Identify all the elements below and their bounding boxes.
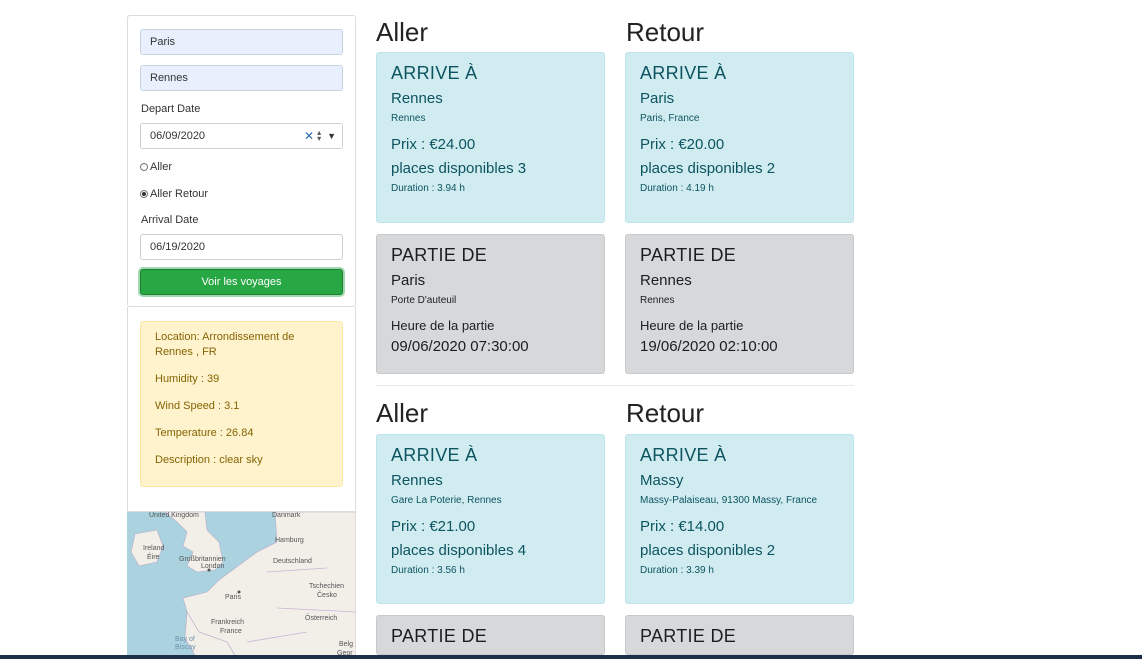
map-label: Frankreich xyxy=(211,619,245,626)
seats: places disponibles 3 xyxy=(391,160,527,177)
depart-city: Rennes xyxy=(640,272,692,289)
radio-round-trip-circle[interactable] xyxy=(140,190,148,198)
map-label: Deutschland xyxy=(273,558,312,565)
departure-card: PARTIE DE Paris Porte D'auteuil Heure de… xyxy=(376,234,605,374)
from-input[interactable]: Paris xyxy=(140,29,343,55)
depart-place: Porte D'auteuil xyxy=(391,295,457,306)
weather-panel: Location: Arrondissement de Rennes , FR … xyxy=(127,307,356,512)
to-input[interactable]: Rennes xyxy=(140,65,343,91)
clear-icon[interactable]: ✕ xyxy=(304,124,314,148)
depart-heading: PARTIE DE xyxy=(640,626,737,646)
duration: Duration : 4.19 h xyxy=(640,183,714,194)
arrive-place: Paris, France xyxy=(640,113,700,124)
price: Prix : €14.00 xyxy=(640,518,725,535)
depart-date-label: Depart Date xyxy=(141,103,201,115)
duration: Duration : 3.56 h xyxy=(391,565,465,576)
map-label: Bay of Biscay xyxy=(175,636,196,651)
depart-time-label: Heure de la partie xyxy=(640,318,744,333)
radio-one-way-circle[interactable] xyxy=(140,163,148,171)
search-form: Paris Rennes Depart Date 06/09/2020 ✕ ▴ ▾… xyxy=(127,15,356,307)
arrive-city: Rennes xyxy=(391,472,443,489)
map-label: Österreich xyxy=(305,615,338,622)
radio-one-way-label: Aller xyxy=(150,161,173,173)
taskbar-edge xyxy=(0,655,1142,659)
weather-wind: Wind Speed : 3.1 xyxy=(155,400,240,412)
duration: Duration : 3.94 h xyxy=(391,183,465,194)
seats: places disponibles 4 xyxy=(391,542,527,559)
return-title: Retour xyxy=(626,398,705,428)
depart-place: Rennes xyxy=(640,295,675,306)
price: Prix : €20.00 xyxy=(640,136,725,153)
map-label: Danmark xyxy=(272,512,301,519)
map-label: France xyxy=(220,628,242,635)
duration: Duration : 3.39 h xyxy=(640,565,714,576)
map-label: Česko xyxy=(317,592,337,599)
map-label: United Kingdom xyxy=(149,512,199,519)
return-title: Retour xyxy=(626,17,705,47)
map-label: Paris xyxy=(225,594,241,601)
map-label: Großbritannien xyxy=(179,556,226,563)
arrival-card: ARRIVE À Paris Paris, France Prix : €20.… xyxy=(625,52,854,223)
arrive-heading: ARRIVE À xyxy=(640,63,727,83)
depart-time: 09/06/2020 07:30:00 xyxy=(391,338,529,355)
map-label: Hamburg xyxy=(275,537,304,544)
depart-date-value: 06/09/2020 xyxy=(150,130,206,142)
depart-city: Paris xyxy=(391,272,426,289)
arrive-city: Rennes xyxy=(391,90,443,107)
depart-date-input[interactable]: 06/09/2020 ✕ ▴ ▾ ▼ xyxy=(140,123,343,149)
price: Prix : €24.00 xyxy=(391,136,476,153)
date-controls: ✕ ▴ ▾ ▼ xyxy=(304,124,336,148)
departure-card: PARTIE DE Rennes Rennes Heure de la part… xyxy=(625,234,854,374)
radio-round-trip-label: Aller Retour xyxy=(150,188,209,200)
arrival-card: ARRIVE À Massy Massy-Palaiseau, 91300 Ma… xyxy=(625,434,854,604)
arrival-card: ARRIVE À Rennes Rennes Prix : €24.00 pla… xyxy=(376,52,605,223)
map-label: Belg xyxy=(339,641,354,648)
weather-location: Location: Arrondissement de Rennes , FR xyxy=(155,331,295,358)
arrive-heading: ARRIVE À xyxy=(391,445,478,465)
arrive-heading: ARRIVE À xyxy=(640,445,727,465)
radio-round-trip[interactable]: Aller Retour xyxy=(140,188,208,200)
map-label: Tschechien xyxy=(309,583,345,590)
arrive-city: Massy xyxy=(640,472,684,489)
arrival-date-label: Arrival Date xyxy=(141,214,199,226)
radio-one-way[interactable]: Aller xyxy=(140,161,172,173)
weather-temperature: Temperature : 26.84 xyxy=(155,427,254,439)
weather-alert: Location: Arrondissement de Rennes , FR … xyxy=(140,321,343,487)
trip-divider xyxy=(376,385,854,386)
map-label: Éire xyxy=(147,554,160,561)
outbound-title: Aller xyxy=(376,17,429,47)
price: Prix : €21.00 xyxy=(391,518,476,535)
arrive-heading: ARRIVE À xyxy=(391,63,478,83)
depart-heading: PARTIE DE xyxy=(391,626,488,646)
weather-description: Description : clear sky xyxy=(155,454,263,466)
arrival-date-input[interactable]: 06/19/2020 xyxy=(140,234,343,260)
map-label: London xyxy=(201,563,225,570)
dropdown-arrow-icon[interactable]: ▼ xyxy=(327,124,336,148)
depart-heading: PARTIE DE xyxy=(391,245,488,265)
depart-time: 19/06/2020 02:10:00 xyxy=(640,338,778,355)
arrival-card: ARRIVE À Rennes Gare La Poterie, Rennes … xyxy=(376,434,605,604)
seats: places disponibles 2 xyxy=(640,160,776,177)
arrive-city: Paris xyxy=(640,90,675,107)
weather-humidity: Humidity : 39 xyxy=(155,373,220,385)
departure-card: PARTIE DE xyxy=(625,615,854,655)
departure-card: PARTIE DE xyxy=(376,615,605,655)
map-label: Ireland xyxy=(143,545,165,552)
outbound-title: Aller xyxy=(376,398,429,428)
arrive-place: Gare La Poterie, Rennes xyxy=(391,495,502,506)
depart-heading: PARTIE DE xyxy=(640,245,737,265)
arrive-place: Rennes xyxy=(391,113,426,124)
map-view[interactable]: United Kingdom Danmark Ireland Éire Groß… xyxy=(127,512,356,659)
seats: places disponibles 2 xyxy=(640,542,776,559)
arrive-place: Massy-Palaiseau, 91300 Massy, France xyxy=(640,495,818,506)
depart-time-label: Heure de la partie xyxy=(391,318,495,333)
voir-voyages-button[interactable]: Voir les voyages xyxy=(140,269,343,295)
spinner-icon[interactable]: ▴ ▾ xyxy=(317,129,321,143)
